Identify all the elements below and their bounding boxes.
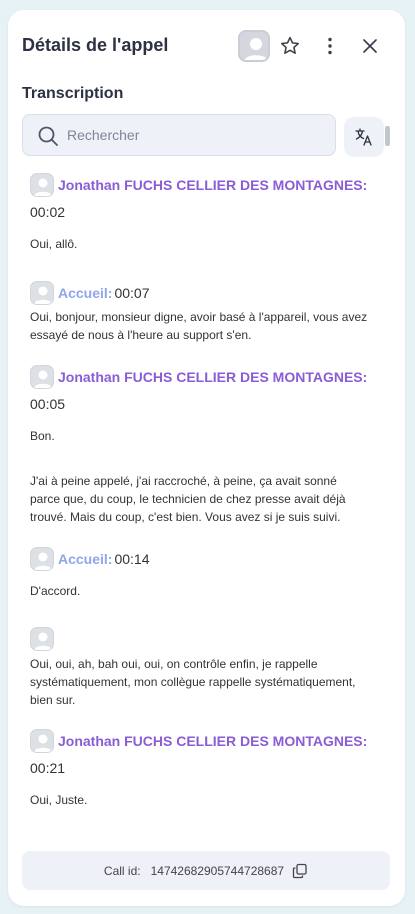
more-vertical-icon [328, 37, 332, 55]
speaker-avatar [30, 281, 54, 305]
speaker-name: Jonathan FUCHS CELLIER DES MONTAGNES: [58, 733, 368, 749]
search-box [22, 114, 336, 156]
transcript-text: Oui, Juste. [30, 793, 88, 807]
close-icon [363, 39, 377, 53]
speaker-avatar [30, 729, 54, 753]
favorite-button[interactable] [276, 32, 304, 60]
call-id-bar: Call id: 14742682905744728687 [22, 851, 390, 890]
translate-icon [355, 128, 372, 146]
speaker-name: Accueil: [58, 285, 113, 301]
speaker-avatar [30, 173, 54, 197]
more-options-button[interactable] [316, 32, 344, 60]
search-icon [38, 126, 58, 146]
person-icon [34, 286, 52, 304]
person-icon [34, 632, 52, 650]
transcription-heading: Transcription [22, 85, 124, 102]
search-input[interactable] [67, 123, 327, 147]
translate-button[interactable] [344, 117, 384, 157]
transcript-text: Bon. [30, 429, 55, 443]
call-details-panel: Détails de l'appel Transcription Recherc… [8, 10, 405, 906]
person-icon [244, 38, 268, 60]
transcript-text: Oui, oui, ah, bah oui, oui, on contrôle … [30, 657, 356, 707]
person-icon [34, 734, 52, 752]
timestamp: 00:21 [30, 760, 66, 776]
person-icon [34, 178, 52, 196]
person-icon [34, 552, 52, 570]
call-id-value: 14742682905744728687 [150, 863, 285, 878]
transcript-text: Oui, allô. [30, 237, 78, 251]
person-icon [34, 370, 52, 388]
timestamp: 00:14 [114, 551, 150, 567]
speaker-name: Jonathan FUCHS CELLIER DES MONTAGNES: [58, 177, 368, 193]
speaker-avatar [30, 547, 54, 571]
timestamp: 00:07 [114, 285, 150, 301]
scrollbar[interactable] [385, 126, 390, 146]
star-icon [280, 36, 300, 55]
panel-title: Détails de l'appel [22, 35, 169, 55]
speaker-avatar [30, 365, 54, 389]
transcript-text: Oui, bonjour, monsieur digne, avoir basé… [30, 310, 368, 342]
call-id-label: Call id: [103, 863, 141, 878]
transcript-text: J'ai à peine appelé, j'ai raccroché, à p… [30, 474, 346, 524]
transcript-text: D'accord. [30, 584, 81, 598]
copy-icon[interactable] [292, 863, 308, 879]
speaker-name: Accueil: [58, 551, 113, 567]
speaker-name: Jonathan FUCHS CELLIER DES MONTAGNES: [58, 369, 368, 385]
header: Détails de l'appel [8, 10, 405, 80]
timestamp: 00:05 [30, 396, 66, 412]
speaker-avatar [30, 627, 54, 651]
contact-avatar[interactable] [238, 30, 270, 62]
close-button[interactable] [356, 32, 384, 60]
timestamp: 00:02 [30, 204, 66, 220]
